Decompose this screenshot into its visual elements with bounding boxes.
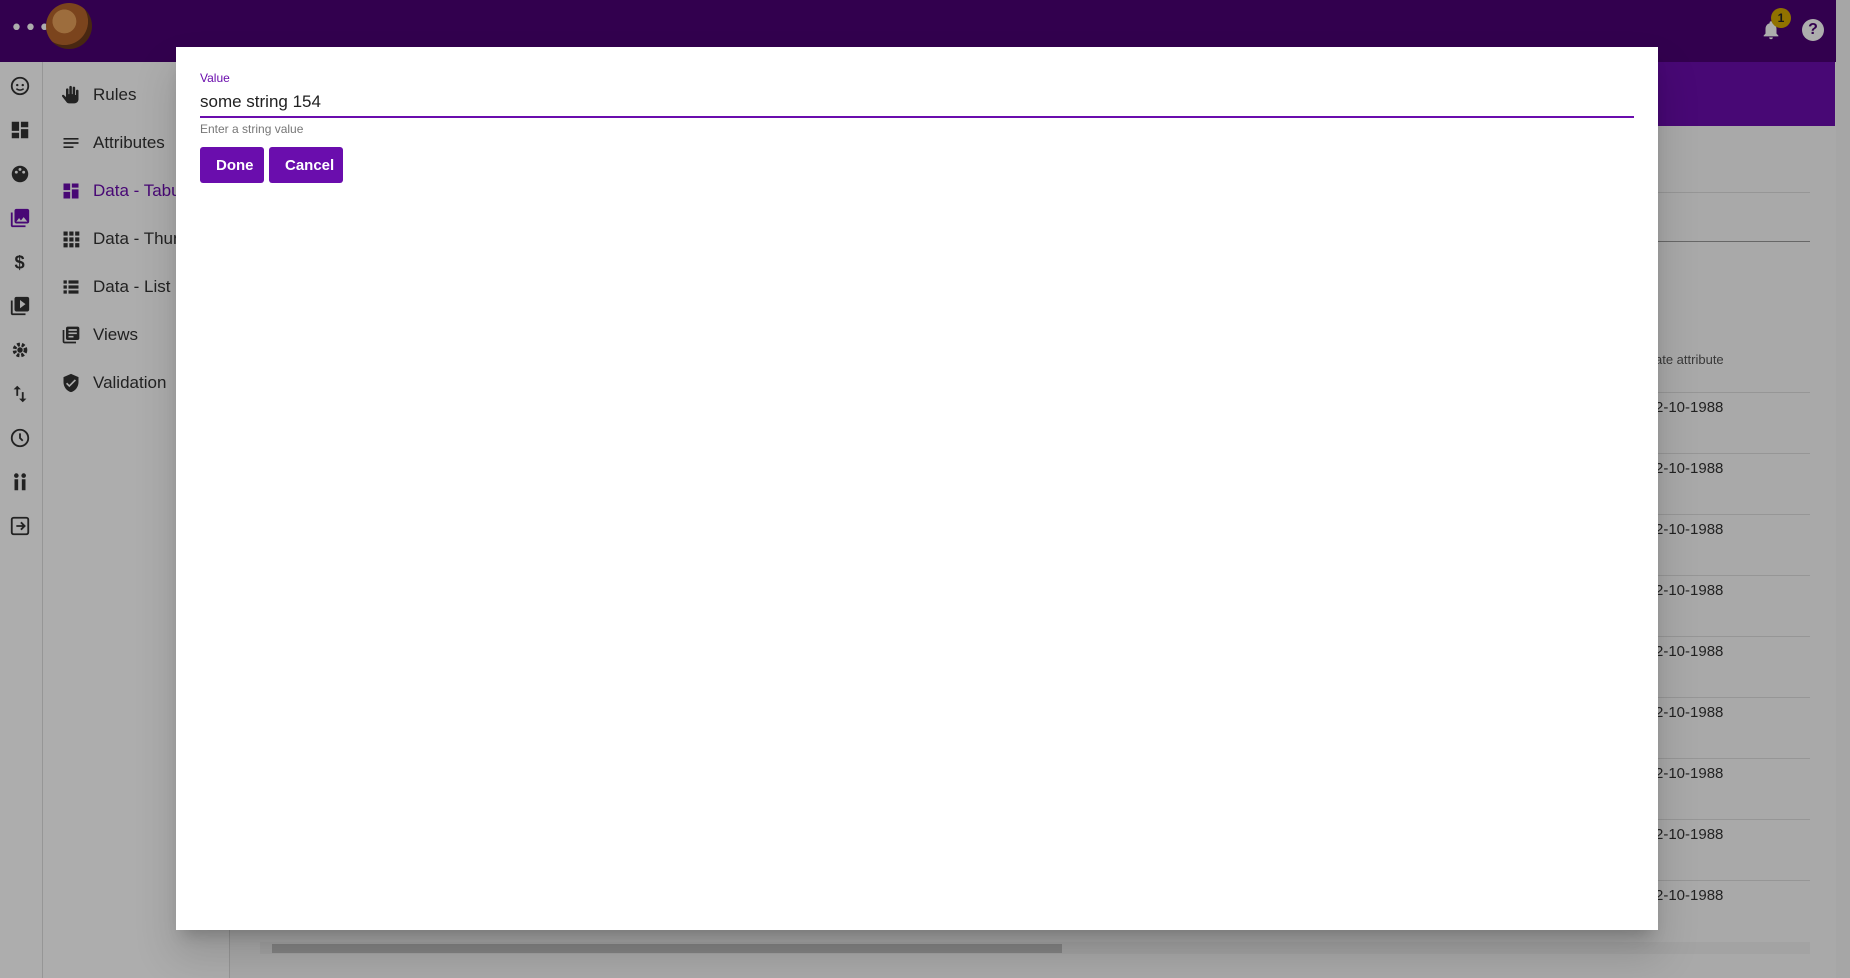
value-field-hint: Enter a string value xyxy=(200,122,304,136)
edit-value-dialog: Value Enter a string value Done Cancel xyxy=(176,47,1658,930)
cancel-button[interactable]: Cancel xyxy=(269,147,343,183)
done-button[interactable]: Done xyxy=(200,147,264,183)
value-field-label: Value xyxy=(200,71,230,85)
input-underline xyxy=(200,116,1634,118)
value-input[interactable] xyxy=(200,89,1634,115)
